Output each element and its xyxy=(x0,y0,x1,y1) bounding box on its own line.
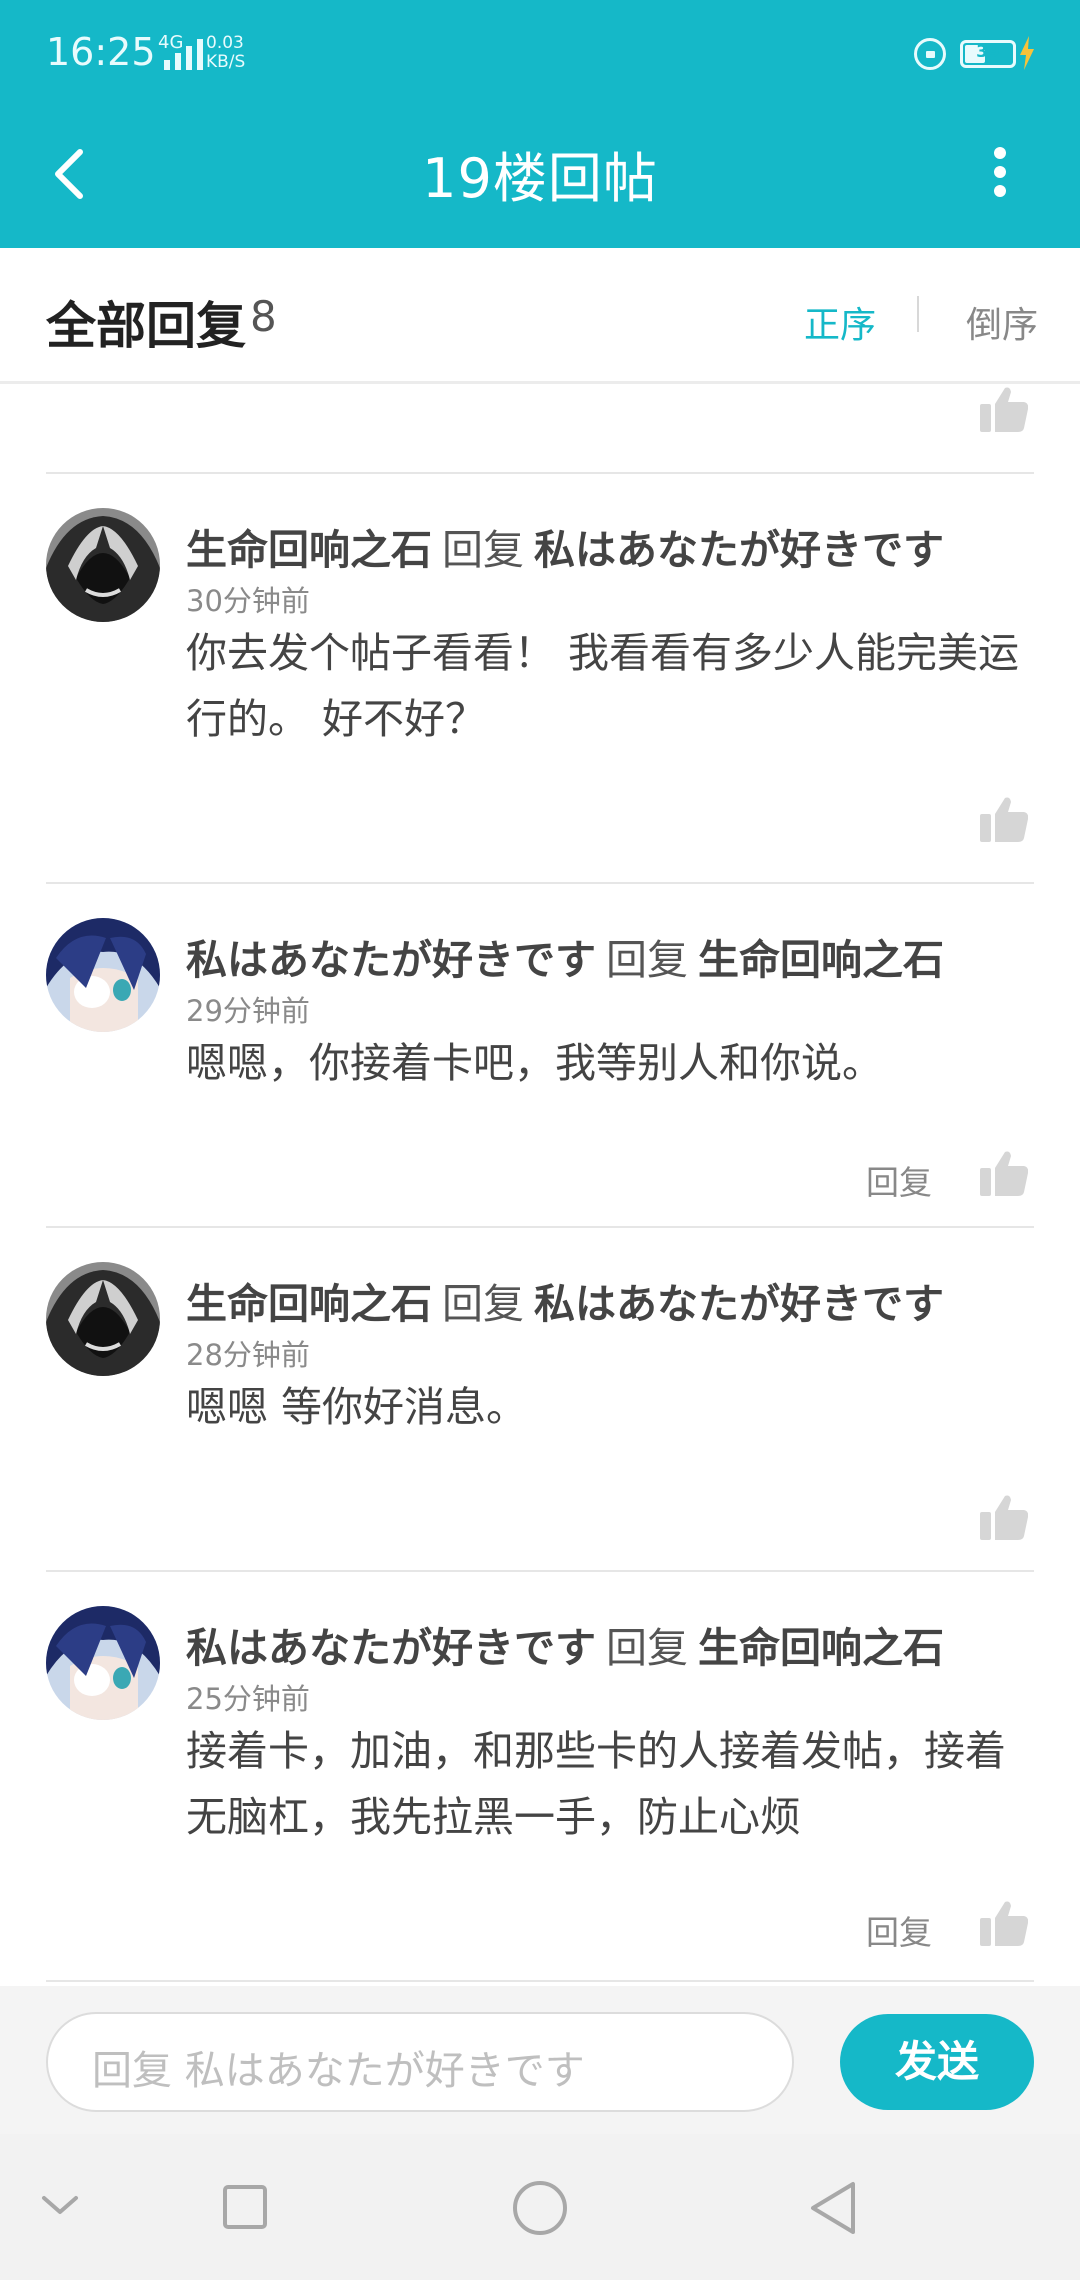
avatar[interactable] xyxy=(46,508,160,622)
battery-icon: 39 xyxy=(960,40,1016,68)
reply-target[interactable]: 生命回响之石 xyxy=(698,936,944,984)
comment-author[interactable]: 生命回响之石 xyxy=(186,1280,432,1328)
avatar[interactable] xyxy=(46,918,160,1032)
list-item: 生命回响之石 回复 私はあなたが好きです 30分钟前 你去发个帖子看看！ 我看看有多… xyxy=(0,508,1080,864)
system-nav-bar xyxy=(0,2134,1080,2280)
reply-verb: 回复 xyxy=(606,1624,688,1672)
chevron-down-icon[interactable] xyxy=(40,2190,80,2220)
page-title: 19楼回帖 xyxy=(422,147,658,210)
comment-header: 生命回响之石 回复 私はあなたが好きです xyxy=(186,1270,944,1330)
signal-bars-icon xyxy=(164,38,203,70)
comment-author[interactable]: 生命回响之石 xyxy=(186,526,432,574)
sort-descending-tab[interactable]: 倒序 xyxy=(966,296,1038,348)
thumbs-up-icon[interactable] xyxy=(980,1900,1028,1946)
all-replies-label: 全部回复 xyxy=(46,297,246,355)
top-bar: 16:25 4G 0.03 KB/S 39 19楼回帖 xyxy=(0,0,1080,248)
comment-header: 生命回响之石 回复 私はあなたが好きです xyxy=(186,516,944,576)
reply-input-bar: 回复 私はあなたが好きです 发送 xyxy=(0,1986,1080,2134)
app-bar: 19楼回帖 xyxy=(0,110,1080,248)
divider xyxy=(46,1226,1034,1228)
reply-target[interactable]: 私はあなたが好きです xyxy=(534,1280,944,1328)
comment-body: 嗯嗯，你接着卡吧，我等别人和你说。 xyxy=(186,1039,883,1087)
network-speed-value: 0.03 xyxy=(206,33,244,53)
avatar[interactable] xyxy=(46,1262,160,1376)
status-bar: 16:25 4G 0.03 KB/S 39 xyxy=(0,0,1080,110)
comment-time: 30分钟前 xyxy=(186,584,310,618)
divider xyxy=(46,882,1034,884)
comment-author[interactable]: 私はあなたが好きです xyxy=(186,1624,596,1672)
thumbs-up-icon[interactable] xyxy=(980,1494,1028,1540)
reply-count: 8 xyxy=(250,292,277,341)
comment-list[interactable]: 生命回响之石 回复 私はあなたが好きです 30分钟前 你去发个帖子看看！ 我看看有多… xyxy=(0,384,1080,1986)
divider xyxy=(46,1980,1034,1982)
reply-button[interactable]: 回复 xyxy=(866,1906,932,1954)
circle-icon[interactable] xyxy=(512,2180,568,2236)
triangle-back-icon[interactable] xyxy=(808,2180,858,2236)
comment-header: 私はあなたが好きです 回复 生命回响之石 xyxy=(186,926,944,986)
reply-verb: 回复 xyxy=(442,526,524,574)
reply-button[interactable]: 回复 xyxy=(866,1156,932,1204)
comment-time: 29分钟前 xyxy=(186,994,310,1028)
network-speed: 0.03 KB/S xyxy=(206,34,245,72)
avatar[interactable] xyxy=(46,1606,160,1720)
divider xyxy=(46,1570,1034,1572)
reply-input[interactable]: 回复 私はあなたが好きです xyxy=(46,2012,794,2112)
reply-verb: 回复 xyxy=(442,1280,524,1328)
reply-verb: 回复 xyxy=(606,936,688,984)
square-icon[interactable] xyxy=(222,2184,268,2230)
divider xyxy=(46,472,1034,474)
comment-body: 嗯嗯 等你好消息。 xyxy=(186,1383,528,1431)
sort-divider xyxy=(917,296,919,332)
reply-target[interactable]: 私はあなたが好きです xyxy=(534,526,944,574)
list-item: 私はあなたが好きです 回复 生命回响之石 29分钟前 嗯嗯，你接着卡吧，我等别人和你… xyxy=(0,918,1080,1228)
replies-header: 全部回复 8 正序 倒序 xyxy=(0,248,1080,384)
thumbs-up-icon[interactable] xyxy=(980,1150,1028,1196)
comment-time: 28分钟前 xyxy=(186,1338,310,1372)
thumbs-up-icon[interactable] xyxy=(980,386,1028,432)
comment-body: 接着卡，加油，和那些卡的人接着发帖，接着无脑杠，我先拉黑一手，防止心烦 xyxy=(186,1727,1006,1841)
status-time: 16:25 xyxy=(46,30,156,74)
network-speed-unit: KB/S xyxy=(206,52,246,72)
thumbs-up-icon[interactable] xyxy=(980,796,1028,842)
comment-body: 你去发个帖子看看！ 我看看有多少人能完美运行的。 好不好？ xyxy=(186,629,1020,743)
list-item: 私はあなたが好きです 回复 生命回响之石 25分钟前 接着卡，加油，和那些卡的人接着… xyxy=(0,1606,1080,1972)
more-vertical-icon[interactable] xyxy=(980,140,1020,210)
reply-target[interactable]: 生命回响之石 xyxy=(698,1624,944,1672)
charging-bolt-icon xyxy=(1020,36,1034,70)
send-button[interactable]: 发送 xyxy=(840,2014,1034,2110)
list-item: 生命回响之石 回复 私はあなたが好きです 28分钟前 嗯嗯 等你好消息。 xyxy=(0,1262,1080,1572)
comment-author[interactable]: 私はあなたが好きです xyxy=(186,936,596,984)
comment-time: 25分钟前 xyxy=(186,1682,310,1716)
comment-header: 私はあなたが好きです 回复 生命回响之石 xyxy=(186,1614,944,1674)
battery-level: 39 xyxy=(976,42,1000,62)
rotation-lock-icon xyxy=(914,38,946,70)
sort-ascending-tab[interactable]: 正序 xyxy=(804,296,876,348)
